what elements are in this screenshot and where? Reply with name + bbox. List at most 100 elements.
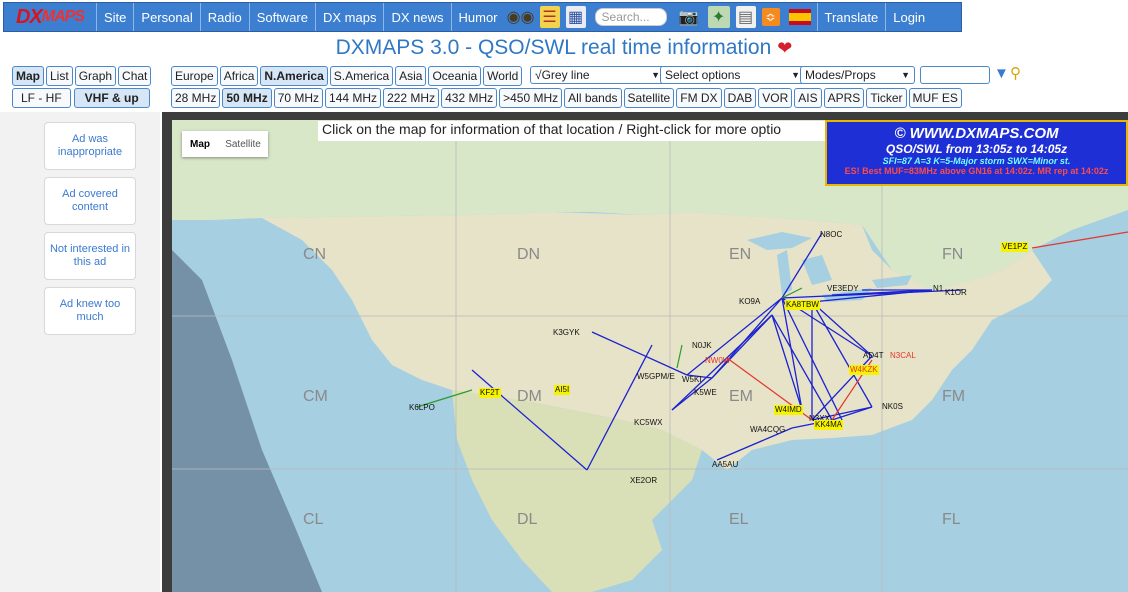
nav-login[interactable]: Login: [885, 3, 932, 31]
rss-icon[interactable]: ≎: [761, 8, 780, 26]
station-label[interactable]: KO9A: [738, 297, 761, 307]
ad-feedback-inappropriate[interactable]: Ad was inappropriate: [44, 122, 136, 170]
band-vor[interactable]: VOR: [758, 88, 793, 108]
grid-label: DM: [517, 388, 542, 405]
band-222[interactable]: 222 MHz: [383, 88, 440, 108]
station-label[interactable]: KC5WX: [633, 418, 663, 428]
region-world[interactable]: World: [483, 66, 523, 86]
band-ticker[interactable]: Ticker: [866, 88, 907, 108]
band-satellite[interactable]: Satellite: [623, 88, 675, 108]
band-ais[interactable]: AIS: [794, 88, 822, 108]
band-144[interactable]: 144 MHz: [325, 88, 382, 108]
station-label[interactable]: NW0W: [704, 356, 731, 366]
station-label[interactable]: N8OC: [819, 230, 843, 240]
site-logo[interactable]: DX MAPS: [4, 3, 96, 31]
band-432[interactable]: 432 MHz: [441, 88, 498, 108]
band-all[interactable]: All bands: [564, 88, 622, 108]
copyright-text: © WWW.DXMAPS.COM: [894, 125, 1059, 142]
band-70[interactable]: 70 MHz: [273, 88, 324, 108]
station-label[interactable]: VE3EDY: [826, 284, 860, 294]
map-type-map[interactable]: Map: [182, 131, 218, 157]
station-label[interactable]: AA5AU: [711, 460, 739, 470]
es-muf-line: ES! Best MUF=83MHz above GN16 at 14:02z.…: [844, 166, 1109, 176]
ad-feedback-knew-too-much[interactable]: Ad knew too much: [44, 287, 136, 335]
nav-software[interactable]: Software: [248, 3, 315, 31]
region-oceania[interactable]: Oceania: [428, 66, 482, 86]
nav-personal[interactable]: Personal: [133, 3, 199, 31]
zoom-search-icon[interactable]: ⚲: [1010, 64, 1021, 82]
grid-label: DL: [517, 511, 538, 528]
modes-select[interactable]: Modes/Props ▼: [800, 66, 915, 84]
grid-label: EM: [729, 388, 753, 405]
station-label[interactable]: W5GPM/E: [636, 372, 676, 382]
station-label[interactable]: K3GYK: [552, 328, 581, 338]
station-label[interactable]: KF2T: [479, 388, 501, 398]
band-group-tabs: LF - HF VHF & up: [12, 88, 150, 108]
search-input[interactable]: Search...: [594, 8, 667, 26]
station-label[interactable]: KK4MA: [814, 420, 844, 430]
grid-label: EN: [729, 246, 752, 263]
nav-dx-news[interactable]: DX news: [383, 3, 450, 31]
station-label[interactable]: K1OR: [944, 288, 968, 298]
map-type-satellite[interactable]: Satellite: [218, 131, 268, 157]
region-n-america[interactable]: N.America: [260, 66, 328, 86]
band-450-plus[interactable]: >450 MHz: [499, 88, 563, 108]
band-28[interactable]: 28 MHz: [171, 88, 221, 108]
nav-dx-maps[interactable]: DX maps: [315, 3, 383, 31]
station-label[interactable]: VE1PZ: [1001, 242, 1029, 252]
grid-label: EL: [729, 511, 749, 528]
tab-vhf-up[interactable]: VHF & up: [73, 88, 150, 108]
map-icon[interactable]: ✦: [707, 6, 730, 28]
station-label[interactable]: N1: [932, 284, 944, 294]
band-fm-dx[interactable]: FM DX: [676, 88, 722, 108]
binoculars-icon[interactable]: ◉◉: [507, 6, 535, 28]
nav-humor[interactable]: Humor: [450, 3, 505, 31]
greyline-select[interactable]: √Grey line ▼: [530, 66, 665, 84]
tab-lf-hf[interactable]: LF - HF: [12, 88, 71, 108]
station-label[interactable]: XE2OR: [629, 476, 658, 486]
nav-site[interactable]: Site: [96, 3, 133, 31]
tab-chat[interactable]: Chat: [118, 66, 152, 86]
station-label[interactable]: W5KI: [681, 375, 703, 385]
station-label[interactable]: KA8TBW: [785, 300, 820, 310]
station-label[interactable]: AI5I: [554, 385, 571, 395]
region-africa[interactable]: Africa: [219, 66, 259, 86]
locator-input[interactable]: [920, 66, 990, 84]
station-label[interactable]: N0JK: [691, 341, 713, 351]
copyright-box: © WWW.DXMAPS.COM QSO/SWL from 13:05z to …: [825, 120, 1128, 186]
station-label[interactable]: N3CAL: [889, 351, 917, 361]
heart-icon[interactable]: ❤: [777, 38, 792, 58]
page-title: DXMAPS 3.0 - QSO/SWL real time informati…: [335, 36, 793, 59]
band-muf-es[interactable]: MUF ES: [908, 88, 962, 108]
map-info-bar: Click on the map for information of that…: [318, 121, 828, 141]
list-icon[interactable]: ☰: [539, 6, 560, 28]
station-label[interactable]: W4KZK: [849, 365, 879, 375]
options-select[interactable]: Select options ▼: [660, 66, 805, 84]
band-50[interactable]: 50 MHz: [222, 88, 272, 108]
region-europe[interactable]: Europe: [171, 66, 218, 86]
tab-map[interactable]: Map: [12, 66, 44, 86]
station-label[interactable]: W4IMD: [774, 405, 803, 415]
station-label[interactable]: K6LPO: [408, 403, 436, 413]
region-s-america[interactable]: S.America: [329, 66, 394, 86]
band-dab[interactable]: DAB: [723, 88, 757, 108]
nav-radio[interactable]: Radio: [199, 3, 249, 31]
band-aprs[interactable]: APRS: [823, 88, 865, 108]
filter-icon[interactable]: ▼: [994, 65, 1009, 82]
window-icon[interactable]: ▦: [565, 6, 586, 28]
nav-translate[interactable]: Translate: [816, 3, 886, 31]
spanish-flag-icon[interactable]: [788, 9, 811, 25]
ad-feedback-not-interested[interactable]: Not interested in this ad: [44, 232, 136, 280]
tab-list[interactable]: List: [46, 66, 73, 86]
station-label[interactable]: NK0S: [881, 402, 904, 412]
camera-icon[interactable]: 📷: [676, 6, 702, 28]
station-label[interactable]: AD4T: [862, 351, 884, 361]
news-icon[interactable]: ▤: [735, 6, 756, 28]
tab-graph[interactable]: Graph: [74, 66, 117, 86]
grid-label: DN: [517, 246, 541, 263]
region-asia[interactable]: Asia: [395, 66, 427, 86]
ad-feedback-covered[interactable]: Ad covered content: [44, 177, 136, 225]
station-label[interactable]: WA4CQG: [749, 425, 786, 435]
band-tabs: 28 MHz 50 MHz 70 MHz 144 MHz 222 MHz 432…: [171, 88, 962, 108]
station-label[interactable]: K5WE: [693, 388, 718, 398]
